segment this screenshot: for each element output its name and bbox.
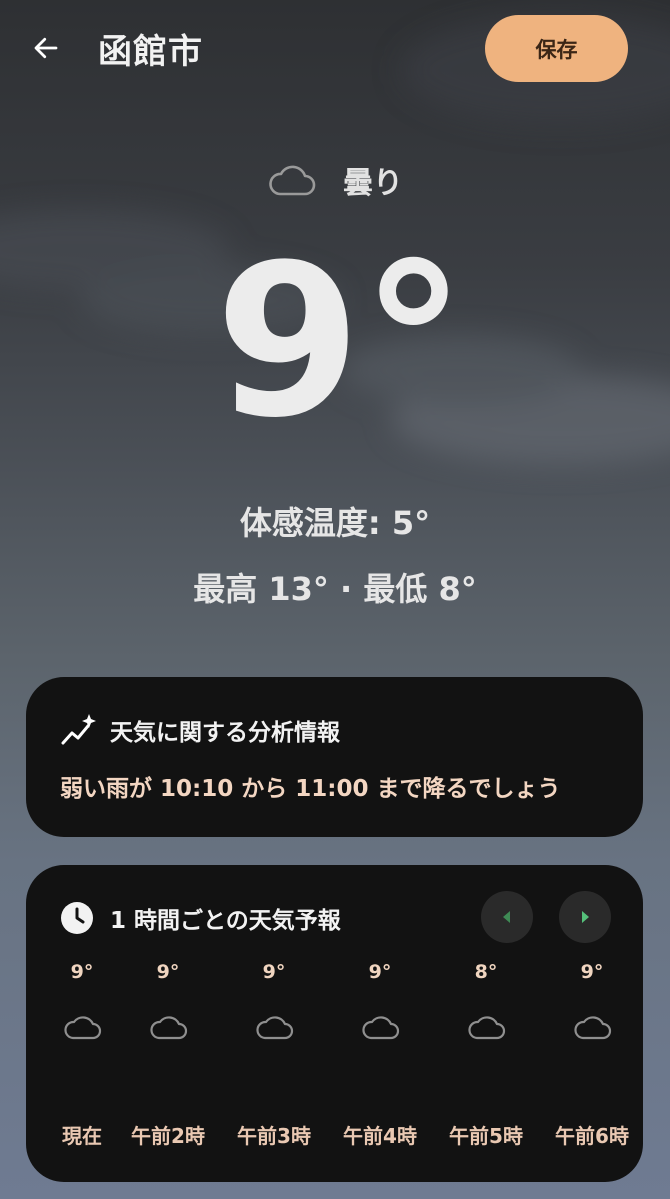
hourly-time: 午前4時 bbox=[343, 1124, 417, 1148]
chevron-right-icon bbox=[582, 911, 589, 923]
cloud-icon bbox=[64, 1016, 102, 1040]
hourly-item: 8° 午前5時 bbox=[436, 955, 536, 1165]
chevron-left-icon bbox=[503, 911, 510, 923]
hourly-temp: 9° bbox=[262, 961, 286, 983]
top-app-bar: 函館市 保存 bbox=[0, 0, 670, 100]
previous-hours-button[interactable] bbox=[481, 891, 533, 943]
cloud-icon bbox=[574, 1016, 612, 1040]
hourly-item: 9° 午前3時 bbox=[224, 955, 324, 1165]
insight-text: 弱い雨が 10:10 から 11:00 まで降るでしょう bbox=[60, 776, 561, 802]
city-title: 函館市 bbox=[98, 32, 203, 72]
hourly-time: 午前2時 bbox=[131, 1124, 205, 1148]
hourly-header: 1 時間ごとの天気予報 bbox=[60, 901, 341, 935]
save-button[interactable]: 保存 bbox=[485, 15, 628, 82]
hourly-temp: 9° bbox=[368, 961, 392, 983]
condition-label: 曇り bbox=[343, 166, 403, 201]
hourly-item: 9° 午前2時 bbox=[118, 955, 218, 1165]
insight-title: 天気に関する分析情報 bbox=[110, 720, 340, 746]
feels-like-temperature: 体感温度: 5° bbox=[239, 504, 431, 542]
hourly-time: 午前3時 bbox=[237, 1124, 311, 1148]
next-hours-button[interactable] bbox=[559, 891, 611, 943]
hourly-temp: 8° bbox=[474, 961, 498, 983]
current-condition: 曇り bbox=[0, 158, 670, 202]
cloud-icon bbox=[468, 1016, 506, 1040]
hourly-temp: 9° bbox=[156, 961, 180, 983]
hourly-title: 1 時間ごとの天気予報 bbox=[110, 908, 341, 934]
insight-header: 天気に関する分析情報 bbox=[60, 713, 340, 747]
hourly-time: 午前5時 bbox=[449, 1124, 523, 1148]
cloud-icon bbox=[150, 1016, 188, 1040]
hourly-item: 9° 午前4時 bbox=[330, 955, 430, 1165]
back-button[interactable] bbox=[22, 28, 70, 68]
current-temperature: 9° bbox=[215, 219, 467, 464]
clock-icon bbox=[61, 902, 93, 934]
sparkle-trend-icon bbox=[61, 714, 96, 745]
weather-insight-card[interactable]: 天気に関する分析情報 弱い雨が 10:10 から 11:00 まで降るでしょう bbox=[26, 677, 643, 837]
hourly-temp: 9° bbox=[580, 961, 604, 983]
arrow-back-icon bbox=[34, 37, 58, 59]
high-low-temperature: 最高 13° · 最低 8° bbox=[193, 570, 477, 608]
hourly-forecast-card: 1 時間ごとの天気予報 9° 現在 9° 午前2時 9° 午前3時 9° 午前4… bbox=[26, 865, 643, 1182]
hourly-time: 午前6時 bbox=[555, 1124, 629, 1148]
cloud-icon bbox=[362, 1016, 400, 1040]
cloud-icon bbox=[256, 1016, 294, 1040]
hourly-item: 9° 午前6時 bbox=[542, 955, 642, 1165]
cloud-icon bbox=[269, 165, 316, 196]
hourly-temp: 9° bbox=[70, 961, 94, 983]
